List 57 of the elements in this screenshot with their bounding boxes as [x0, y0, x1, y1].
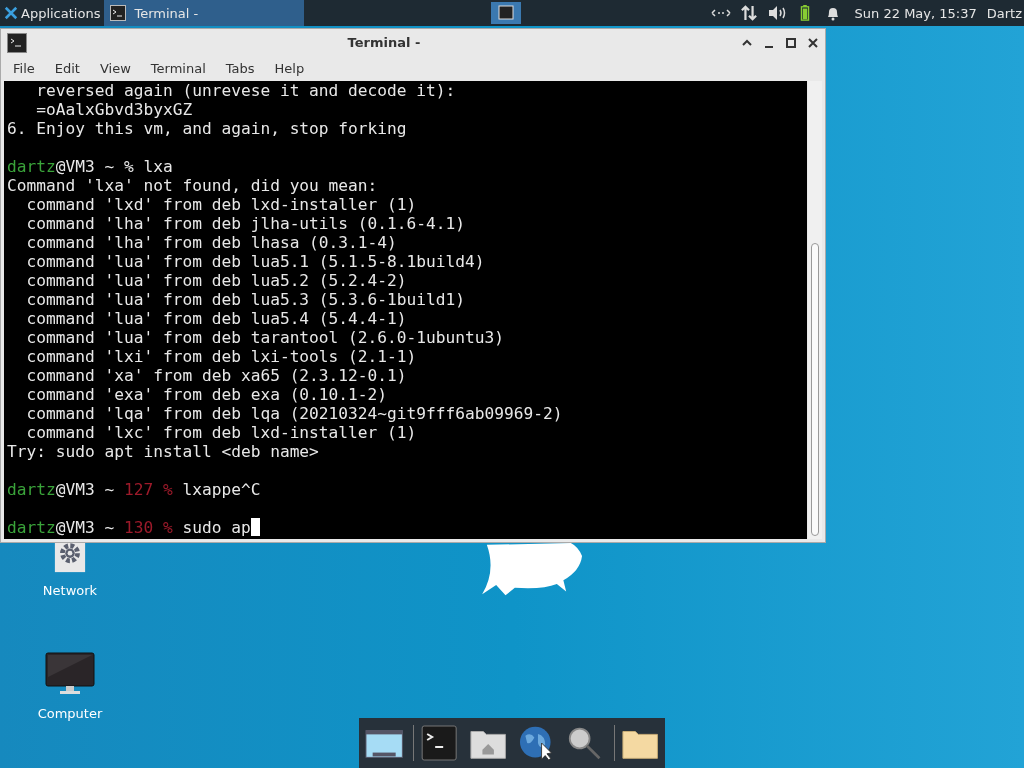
window-title: Terminal - — [346, 35, 422, 50]
desktop-icon-label[interactable]: Computer — [37, 706, 103, 721]
prompt-sign: % — [162, 480, 173, 499]
terminal-line: command 'lqa' from deb lqa (20210324~git9fff6ab09969-2) — [25, 404, 564, 423]
terminal-line: command 'xa' from deb xa65 (2.3.12-0.1) — [25, 366, 408, 385]
close-icon[interactable] — [807, 36, 819, 49]
terminal-line: command 'lxc' from deb lxd-installer (1) — [25, 423, 418, 442]
prompt-sign: % — [162, 518, 173, 537]
scrollbar-thumb[interactable] — [811, 243, 819, 536]
terminal-line: command 'lha' from deb jlha-utils (0.1.6-4.1) — [25, 214, 467, 233]
x-logo-icon — [4, 6, 18, 20]
prompt-host: @VM3 ~ — [55, 518, 115, 537]
prompt-user: dartz — [7, 480, 56, 499]
command-text: sudo ap — [182, 518, 251, 537]
prompt-host: @VM3 ~ — [55, 157, 115, 176]
volume-icon[interactable] — [766, 5, 787, 21]
exit-status: 130 — [123, 518, 154, 537]
prompt-user: dartz — [7, 518, 56, 537]
taskbar-button[interactable]: Terminal - — [104, 0, 305, 26]
terminal-line: command 'lha' from deb lhasa (0.3.1-4) — [25, 233, 398, 252]
terminal-line: command 'lua' from deb lua5.1 (5.1.5-8.1build4) — [25, 252, 486, 271]
user-menu[interactable]: Dartz — [986, 5, 1022, 21]
terminal-line: command 'lua' from deb tarantool (2.6.0-1ubuntu3) — [25, 328, 506, 347]
menu-item[interactable]: Tabs — [215, 61, 265, 76]
menu-item[interactable]: Terminal — [140, 61, 216, 76]
prompt-host: @VM3 ~ — [55, 480, 115, 499]
terminal-icon — [110, 5, 127, 21]
terminal-line: Try: sudo apt install <deb name> — [7, 442, 320, 461]
terminal-line: command 'lxi' from deb lxi-tools (2.1-1) — [25, 347, 418, 366]
terminal-line: command 'exa' from deb exa (0.10.1-2) — [25, 385, 389, 404]
menu-item[interactable]: View — [89, 61, 141, 76]
menu-item[interactable]: Help — [264, 61, 315, 76]
terminal-line: Command 'lxa' not found, did you mean: — [7, 176, 379, 195]
prompt-user: dartz — [7, 157, 56, 176]
menu-item[interactable]: File — [3, 61, 45, 76]
folder-icon[interactable] — [613, 725, 659, 761]
clock[interactable]: Sun 22 May, 15:37 — [854, 5, 977, 21]
exit-status: 127 — [123, 480, 154, 499]
desktop-icon-label[interactable]: Network — [42, 583, 98, 598]
applications-menu[interactable]: Applications — [0, 0, 105, 26]
terminal-line: 6. Enjoy this vm, and again, stop forking — [7, 119, 408, 138]
terminal-line: command 'lxd' from deb lxd-installer (1) — [25, 195, 418, 214]
terminal-line: command 'lua' from deb lua5.4 (5.4.4-1) — [25, 309, 408, 328]
terminal-line: reversed again (unrevese it and decode it): — [35, 81, 457, 100]
terminal-icon — [7, 32, 27, 53]
terminal-icon[interactable] — [413, 725, 459, 761]
maximize-icon[interactable] — [785, 36, 797, 49]
transfer-icon[interactable] — [738, 5, 759, 21]
menu-item[interactable]: Edit — [44, 61, 90, 76]
prompt-sign: % — [123, 157, 134, 176]
terminal-line: command 'lua' from deb lua5.3 (5.3.6-1build1) — [25, 290, 467, 309]
workspace-icon[interactable] — [490, 2, 521, 24]
command-text: lxa — [143, 157, 173, 176]
monitor-icon[interactable] — [45, 652, 95, 696]
command-text: lxappe^C — [182, 480, 261, 499]
terminal-line: =oAalxGbvd3byxGZ — [35, 100, 194, 119]
terminal-line: command 'lua' from deb lua5.2 (5.2.4-2) — [25, 271, 408, 290]
